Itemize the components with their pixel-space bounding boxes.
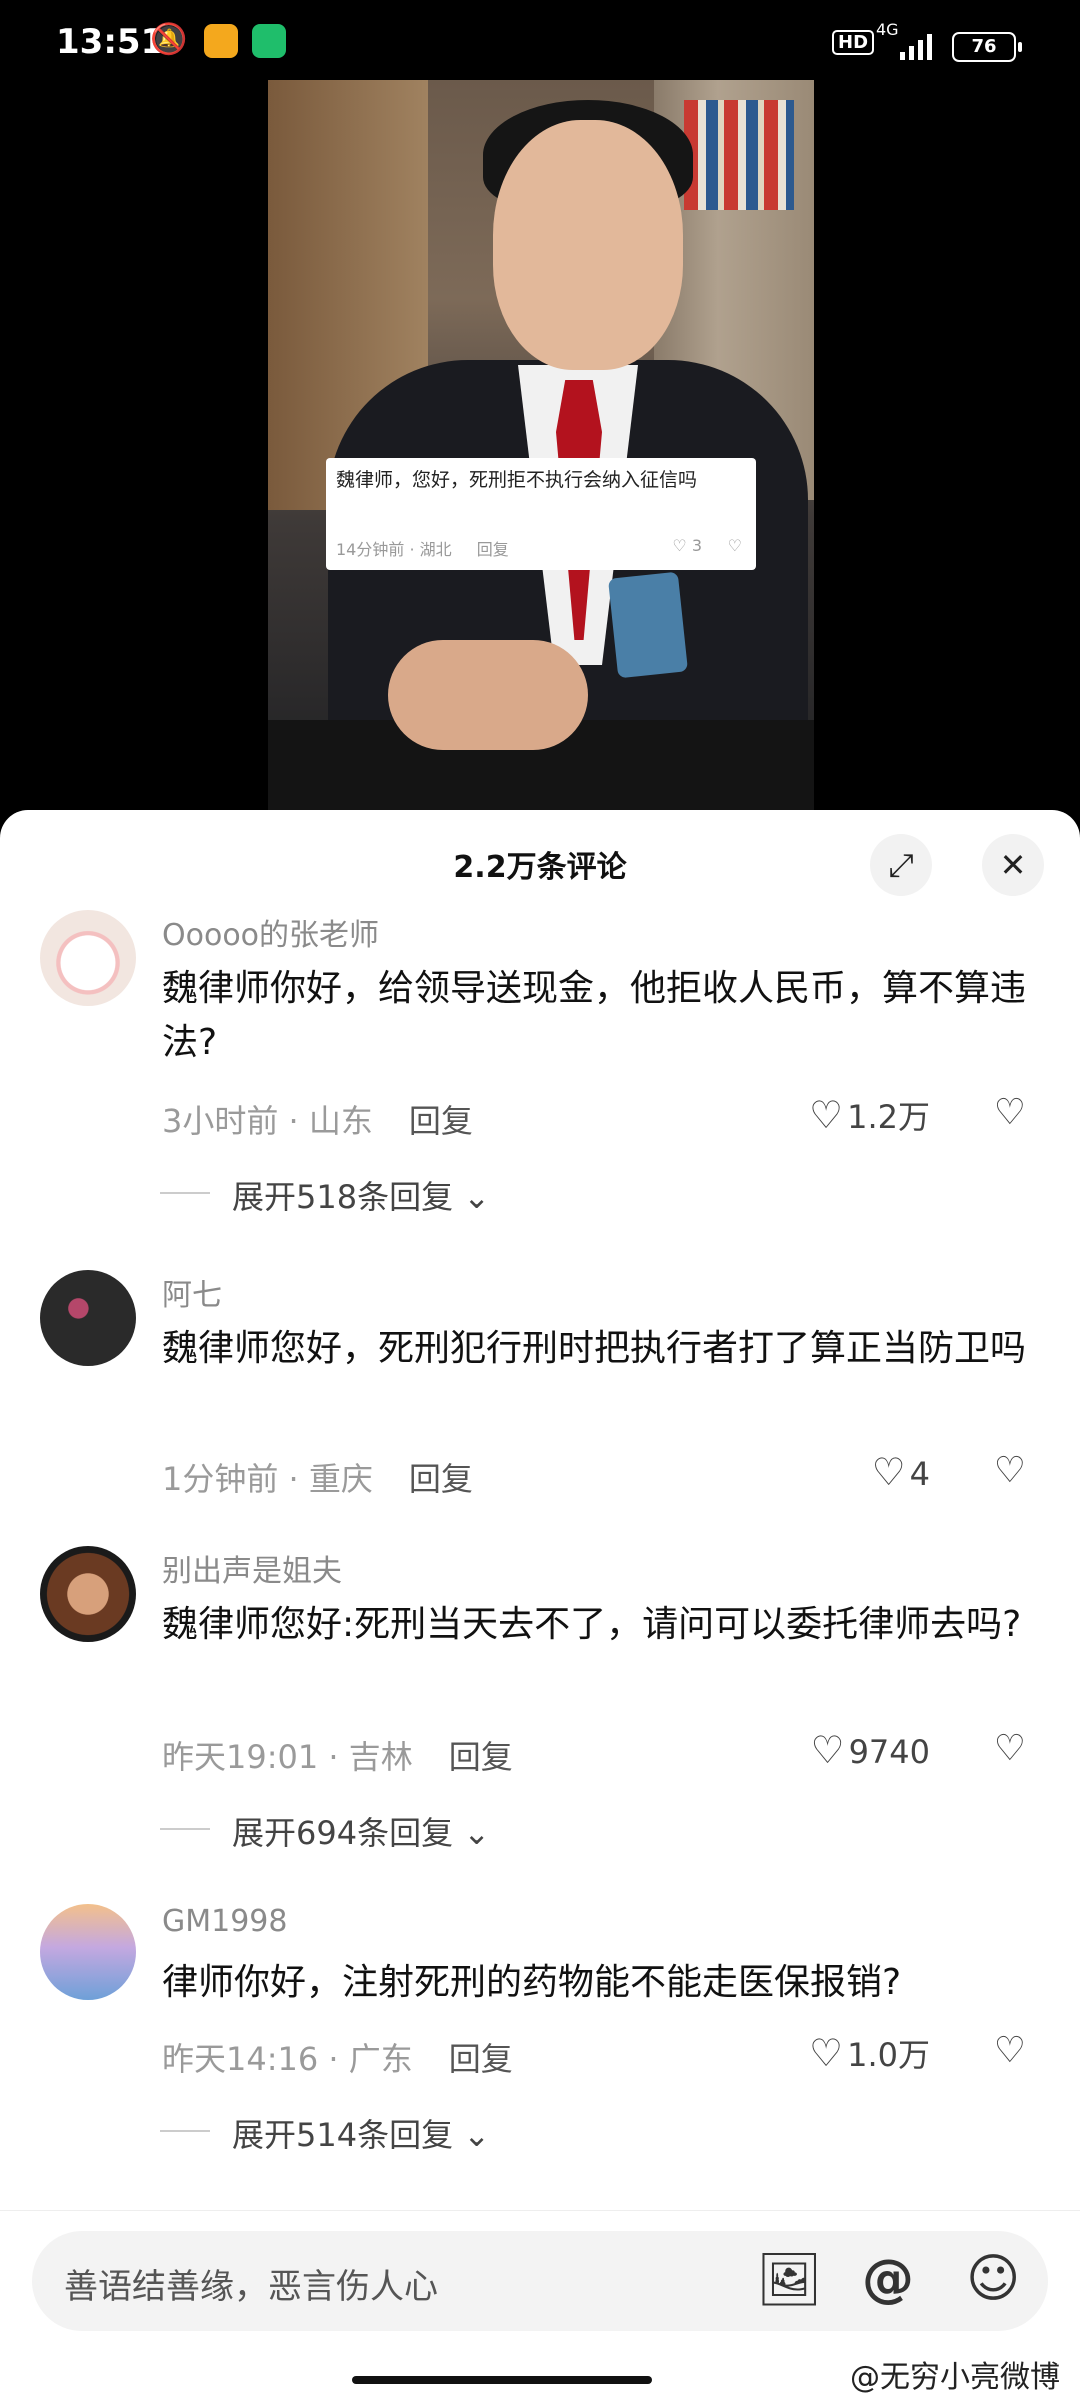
reply-button[interactable]: 回复 bbox=[409, 1460, 473, 1498]
like-button[interactable]: ♡ 1.0万 bbox=[809, 2030, 930, 2076]
comment-text[interactable]: 魏律师您好:死刑当天去不了，请问可以委托律师去吗? bbox=[162, 1598, 1042, 1652]
comment-text[interactable]: 魏律师您好，死刑犯行刑时把执行者打了算正当防卫吗 bbox=[162, 1322, 1042, 1376]
home-indicator[interactable] bbox=[352, 2376, 652, 2384]
like-button[interactable]: ♡ 4 bbox=[872, 1450, 930, 1494]
comment-meta: 1分钟前 · 重庆 回复 bbox=[162, 1460, 473, 1498]
comment-username[interactable]: 阿七 bbox=[162, 1270, 222, 1314]
signal-icon bbox=[900, 34, 932, 60]
heart-icon: ♡ bbox=[809, 2031, 844, 2075]
comment-username[interactable]: Ooooo的张老师 bbox=[162, 910, 379, 954]
dislike-icon[interactable]: ♡ bbox=[994, 1092, 1026, 1133]
avatar[interactable] bbox=[40, 1546, 136, 1642]
expand-replies[interactable]: 展开518条回复 ⌄ bbox=[159, 1172, 490, 1218]
expand-icon[interactable]: ⤢ bbox=[870, 834, 932, 896]
dislike-icon[interactable]: ♡ bbox=[994, 1450, 1026, 1491]
reply-button[interactable]: 回复 bbox=[449, 2040, 513, 2078]
network-type: 4G bbox=[876, 20, 899, 39]
video-player[interactable] bbox=[268, 80, 814, 810]
dislike-icon[interactable]: ♡ bbox=[994, 1728, 1026, 1769]
clock: 13:51 bbox=[56, 22, 165, 62]
image-icon[interactable]: 🖼 bbox=[756, 2249, 822, 2310]
dislike-icon[interactable]: ♡ bbox=[994, 2030, 1026, 2071]
bell-muted-icon: 🔕 bbox=[150, 22, 188, 57]
comment-text[interactable]: 魏律师你好，给领导送现金，他拒收人民币，算不算违法? bbox=[162, 962, 1042, 1070]
overlay-like: ♡ 3 bbox=[672, 536, 702, 555]
video-person-face bbox=[493, 120, 683, 370]
overlay-dislike-icon: ♡ bbox=[727, 536, 742, 555]
heart-icon: ♡ bbox=[871, 1450, 906, 1494]
comment-username[interactable]: GM1998 bbox=[162, 1904, 287, 1939]
expand-replies[interactable]: 展开514条回复 ⌄ bbox=[159, 2110, 490, 2156]
security-app-icon bbox=[252, 24, 286, 58]
comment-input[interactable]: 善语结善缘，恶言伤人心 🖼 @ ☺ bbox=[32, 2231, 1048, 2331]
expand-replies[interactable]: 展开694条回复 ⌄ bbox=[159, 1808, 490, 1854]
comment-meta: 3小时前 · 山东 回复 bbox=[162, 1102, 473, 1140]
comments-panel: 2.2万条评论 ⤢ ✕ Ooooo的张老师 魏律师你好，给领导送现金，他拒收人民… bbox=[0, 810, 1080, 2400]
video-overlay-comment: 魏律师，您好，死刑拒不执行会纳入征信吗 14分钟前 · 湖北 回复 ♡ 3 ♡ bbox=[326, 458, 756, 570]
overlay-comment-meta: 14分钟前 · 湖北 回复 ♡ 3 ♡ bbox=[336, 536, 742, 559]
like-button[interactable]: ♡ 1.2万 bbox=[809, 1092, 930, 1138]
avatar[interactable] bbox=[40, 1904, 136, 2000]
avatar[interactable] bbox=[40, 910, 136, 1006]
overlay-comment-text: 魏律师，您好，死刑拒不执行会纳入征信吗 bbox=[336, 469, 698, 491]
watermark: @无穷小亮微博 bbox=[850, 2360, 1060, 2395]
close-icon[interactable]: ✕ bbox=[982, 834, 1044, 896]
hd-badge: HD bbox=[832, 30, 875, 55]
mention-icon[interactable]: @ bbox=[862, 2249, 914, 2309]
comment-text[interactable]: 律师你好，注射死刑的药物能不能走医保报销? bbox=[162, 1956, 1042, 2010]
reply-button[interactable]: 回复 bbox=[409, 1102, 473, 1140]
comment-meta: 昨天19:01 · 吉林 回复 bbox=[162, 1738, 513, 1776]
status-bar: 13:51 🔕 HD 4G 76 bbox=[0, 0, 1080, 80]
comment-input-placeholder: 善语结善缘，恶言伤人心 bbox=[64, 2267, 438, 2307]
heart-icon: ♡ bbox=[809, 1093, 844, 1137]
emoji-icon[interactable]: ☺ bbox=[966, 2249, 1020, 2309]
avatar[interactable] bbox=[40, 1270, 136, 1366]
heart-icon: ♡ bbox=[810, 1728, 845, 1772]
battery-icon: 76 bbox=[952, 32, 1022, 62]
like-button[interactable]: ♡ 9740 bbox=[810, 1728, 930, 1772]
reply-button[interactable]: 回复 bbox=[449, 1738, 513, 1776]
notification-app-icon bbox=[204, 24, 238, 58]
comment-meta: 昨天14:16 · 广东 回复 bbox=[162, 2040, 513, 2078]
comment-username[interactable]: 别出声是姐夫 bbox=[162, 1546, 342, 1590]
